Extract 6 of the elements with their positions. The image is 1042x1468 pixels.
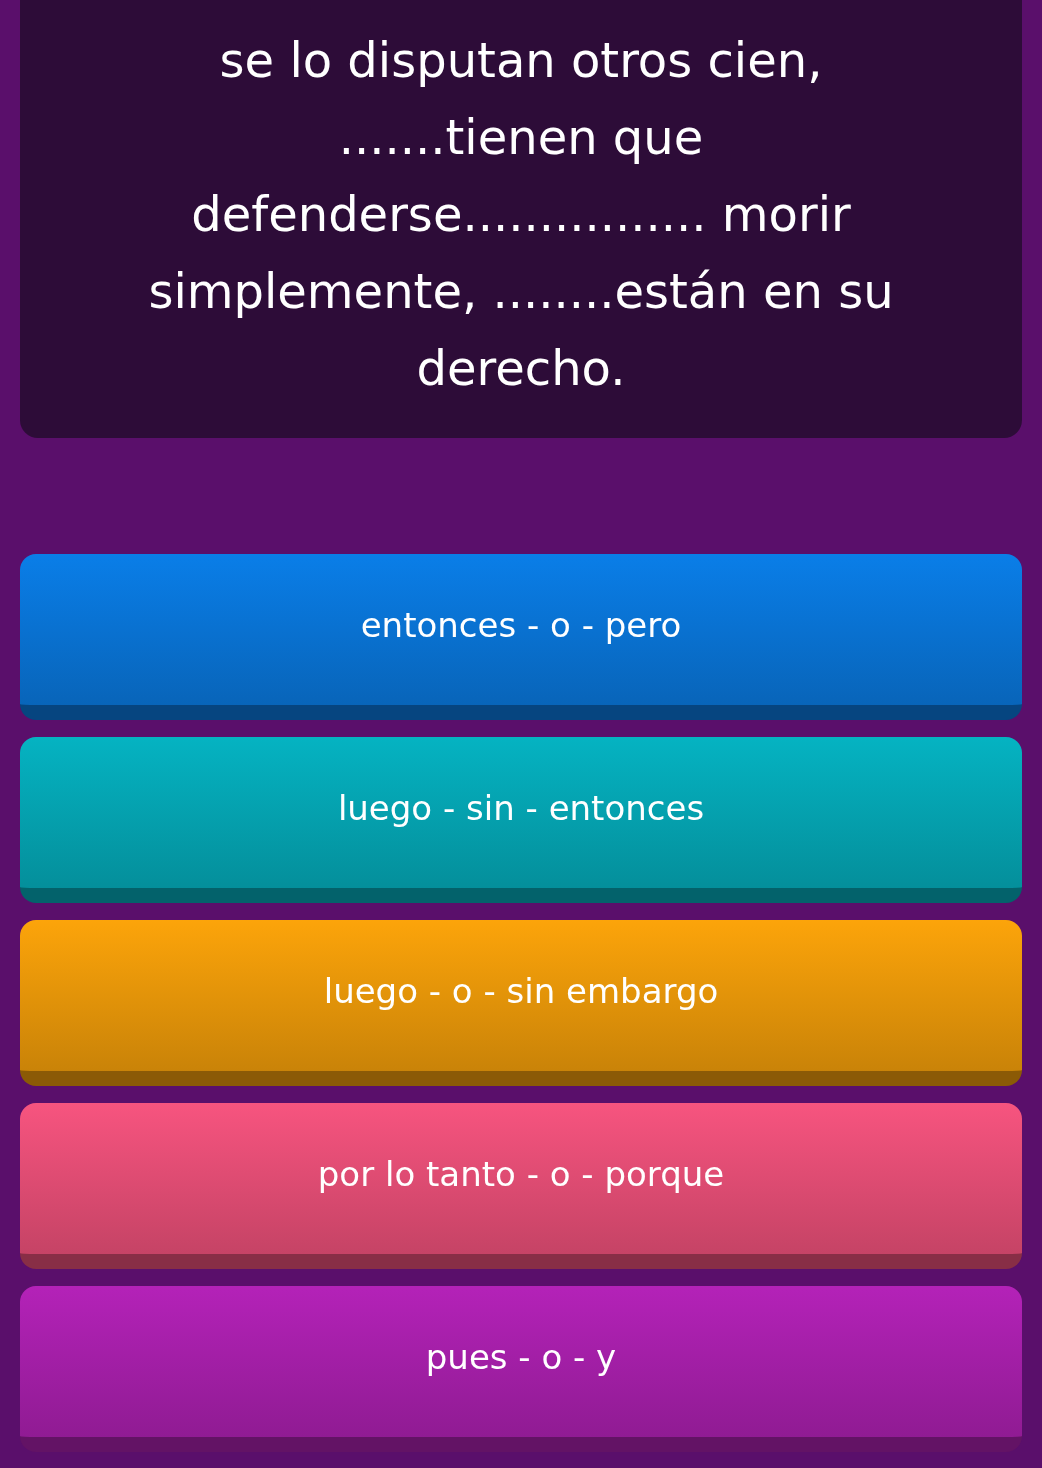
- answer-button[interactable]: pues - o - y: [20, 1286, 1022, 1452]
- answer-button[interactable]: luego - o - sin embargo: [20, 920, 1022, 1086]
- question-text: se lo disputan otros cien, .......tienen que defenderse................ morir simplemente, ........están en su derecho.: [147, 31, 895, 398]
- answer-button[interactable]: por lo tanto - o - porque: [20, 1103, 1022, 1269]
- answer-button[interactable]: luego - sin - entonces: [20, 737, 1022, 903]
- answer-button[interactable]: entonces - o - pero: [20, 554, 1022, 720]
